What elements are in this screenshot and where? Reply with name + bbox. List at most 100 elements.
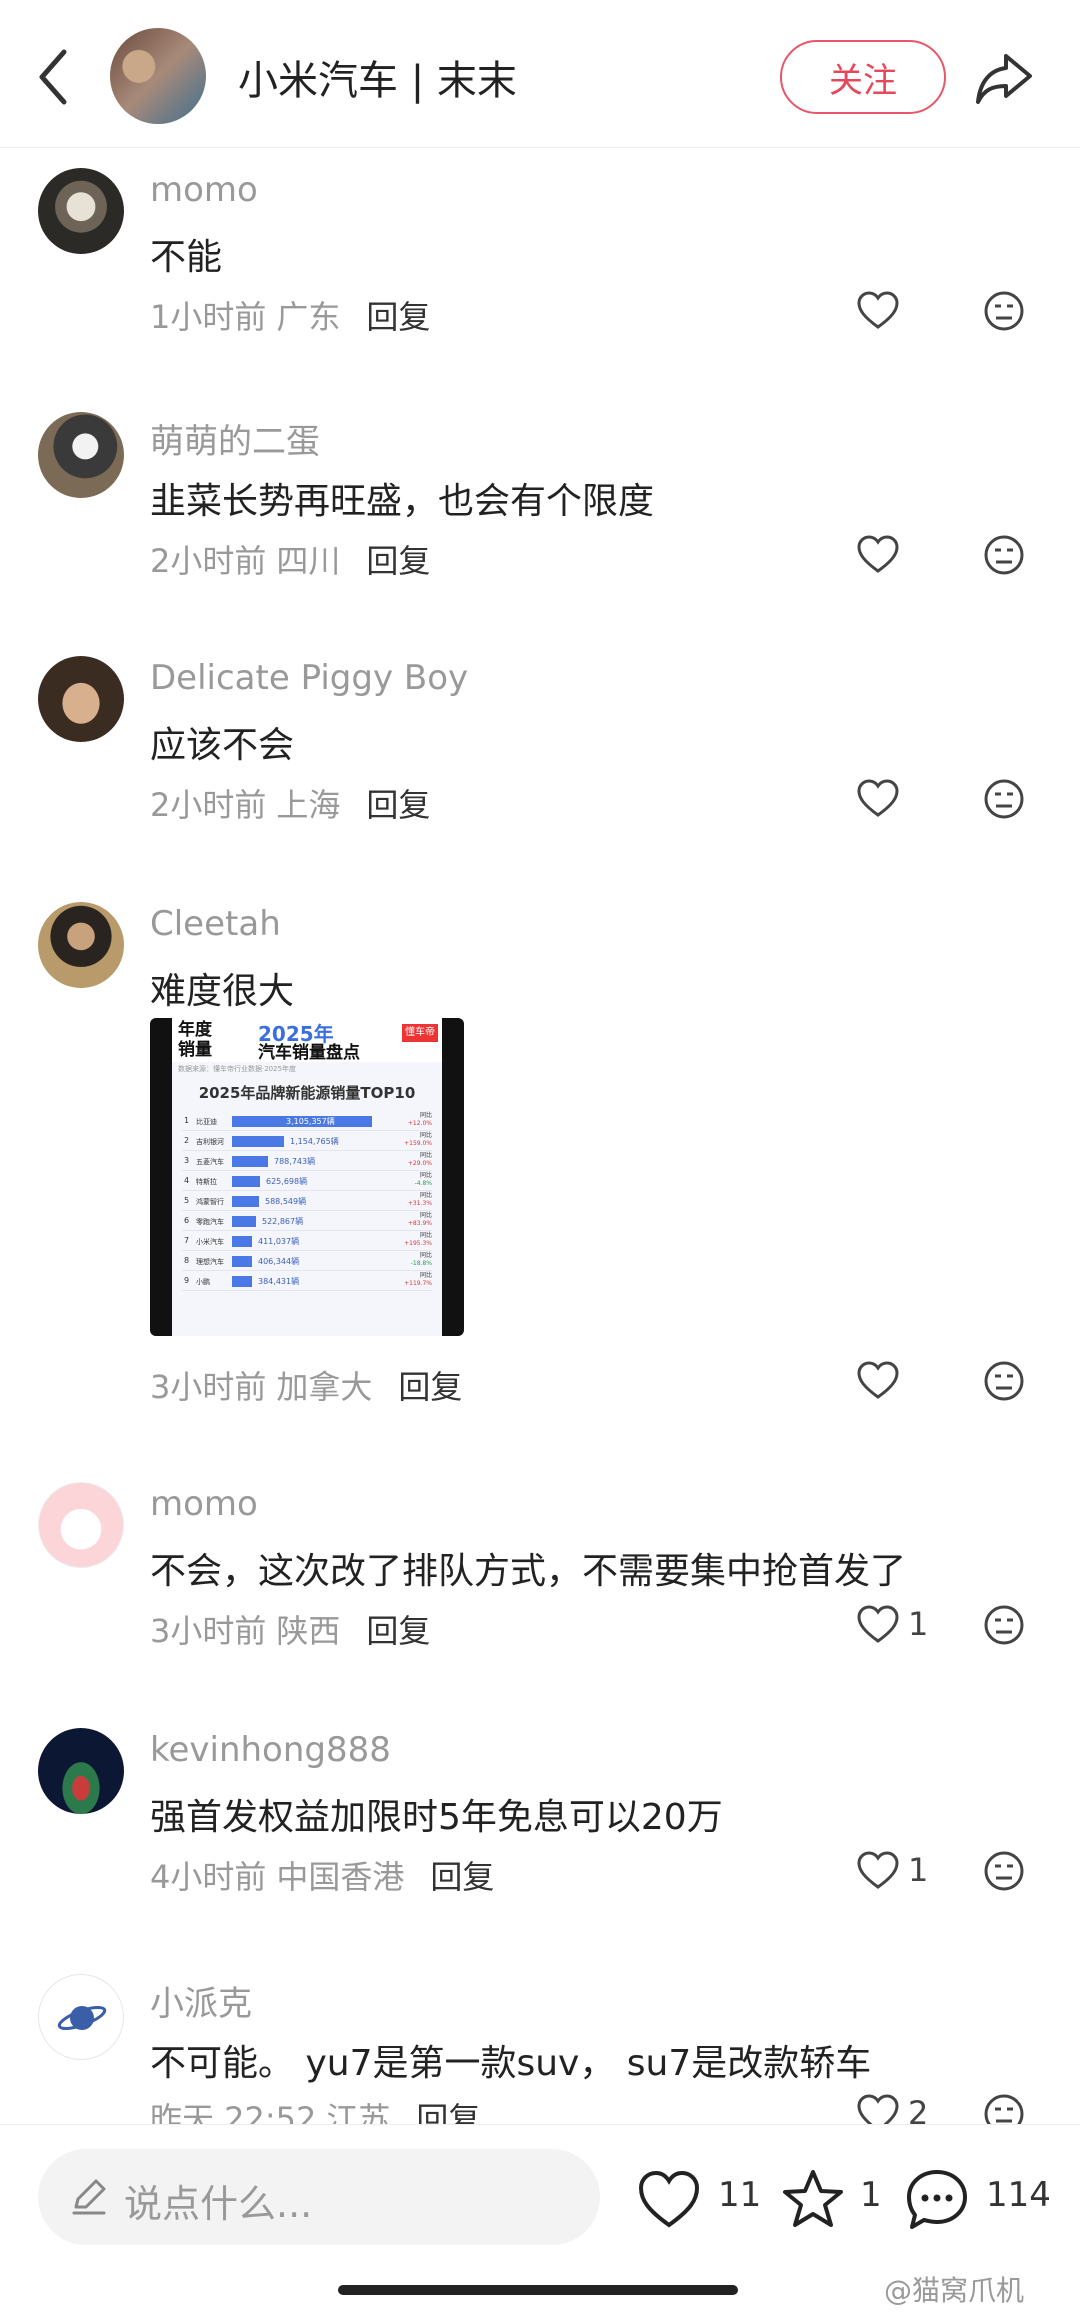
avatar[interactable] — [38, 1728, 124, 1814]
dislike-face-icon[interactable] — [982, 1603, 1026, 1647]
author-avatar[interactable] — [110, 28, 206, 124]
comment-username[interactable]: Cleetah — [150, 904, 281, 944]
post-favorite-count: 1 — [860, 2175, 882, 2215]
ranking-rank: 9 — [184, 1276, 190, 1285]
ranking-row: 2 吉利银河 1,154,765辆 同比 +159.0% — [182, 1131, 432, 1151]
ranking-rank: 3 — [184, 1156, 190, 1165]
ranking-row: 7 小米汽车 411,037辆 同比 +195.3% — [182, 1231, 432, 1251]
ranking-bar — [232, 1236, 252, 1247]
comment-input[interactable]: 说点什么... — [38, 2149, 600, 2245]
like-count: 1 — [908, 1605, 929, 1643]
sales-ranking-infographic: 年度 销量 2025年 汽车销量盘点 懂车帝 数据来源：懂车帝行业数据·2025年… — [172, 1018, 442, 1336]
ranking-row: 6 零跑汽车 522,867辆 同比 +83.9% — [182, 1211, 432, 1231]
comment-location: 广东 — [276, 298, 341, 336]
share-icon[interactable] — [972, 46, 1036, 110]
comment-username[interactable]: momo — [150, 170, 258, 210]
ranking-bar — [232, 1256, 252, 1267]
heart-icon[interactable] — [856, 1603, 900, 1647]
infographic-subtitle: 数据来源：懂车帝行业数据·2025年度 — [178, 1065, 297, 1073]
reply-button[interactable]: 回复 — [398, 1362, 462, 1408]
ranking-row: 5 鸿蒙智行 588,549辆 同比 +31.3% — [182, 1191, 432, 1211]
comment-meta: 1小时前 广东 回复 — [150, 292, 430, 338]
comment-text: 不能 — [150, 237, 223, 278]
follow-button[interactable]: 关注 — [780, 40, 946, 114]
heart-icon[interactable] — [856, 1359, 900, 1403]
reply-button[interactable]: 回复 — [366, 292, 430, 338]
avatar[interactable] — [38, 168, 124, 254]
back-arrow-icon[interactable] — [30, 42, 80, 112]
ranking-value: 522,867辆 — [262, 1217, 304, 1226]
avatar[interactable] — [38, 656, 124, 742]
ranking-row: 3 五菱汽车 788,743辆 同比 +29.0% — [182, 1151, 432, 1171]
dislike-face-icon[interactable] — [982, 533, 1026, 577]
like-count: 1 — [908, 1851, 929, 1889]
comment-time: 4小时前 — [150, 1858, 267, 1896]
avatar[interactable] — [38, 412, 124, 498]
ranking-rank: 5 — [184, 1196, 190, 1205]
ranking-value: 406,344辆 — [258, 1257, 300, 1266]
planet-icon — [57, 2005, 107, 2031]
comment-image[interactable]: 年度 销量 2025年 汽车销量盘点 懂车帝 数据来源：懂车帝行业数据·2025年… — [150, 1018, 464, 1336]
ranking-value: 384,431辆 — [258, 1277, 300, 1286]
ranking-brand: 小米汽车 — [196, 1238, 224, 1246]
comment-location: 上海 — [276, 786, 341, 824]
dislike-face-icon[interactable] — [982, 289, 1026, 333]
home-indicator[interactable] — [338, 2285, 738, 2295]
heart-icon[interactable] — [636, 2167, 702, 2233]
ranking-row: 1 比亚迪 3,105,357辆 同比 +12.0% — [182, 1111, 432, 1131]
reply-button[interactable]: 回复 — [366, 780, 430, 826]
ranking-value: 1,154,765辆 — [290, 1137, 339, 1146]
ranking-bar — [232, 1156, 268, 1167]
ranking-brand: 吉利银河 — [196, 1138, 224, 1146]
heart-icon[interactable] — [856, 533, 900, 577]
ranking-bar — [232, 1216, 256, 1227]
dislike-face-icon[interactable] — [982, 777, 1026, 821]
heart-icon[interactable] — [856, 777, 900, 821]
reply-button[interactable]: 回复 — [366, 1606, 430, 1652]
comment-username[interactable]: Delicate Piggy Boy — [150, 658, 468, 698]
comment-username[interactable]: 萌萌的二蛋 — [150, 414, 320, 463]
comment-username[interactable]: momo — [150, 1484, 258, 1524]
ranking-yoy: 同比 +83.9% — [407, 1212, 432, 1227]
ranking-row: 8 理想汽车 406,344辆 同比 -18.8% — [182, 1251, 432, 1271]
star-icon[interactable] — [780, 2167, 846, 2233]
comment-username[interactable]: kevinhong888 — [150, 1730, 391, 1770]
comment-meta: 3小时前 加拿大 回复 — [150, 1362, 462, 1408]
bottom-action-bar: 说点什么... 11 1 114 @猫窝爪机 — [0, 2124, 1080, 2314]
ranking-brand: 理想汽车 — [196, 1258, 224, 1266]
comment-username[interactable]: 小派克 — [150, 1976, 252, 2025]
ranking-bar — [232, 1196, 259, 1207]
avatar[interactable] — [38, 902, 124, 988]
reply-button[interactable]: 回复 — [366, 536, 430, 582]
ranking-rank: 2 — [184, 1136, 190, 1145]
ranking-yoy: 同比 +119.7% — [404, 1272, 432, 1287]
comment-time: 1小时前 — [150, 298, 267, 336]
dislike-face-icon[interactable] — [982, 1359, 1026, 1403]
ranking-brand: 特斯拉 — [196, 1178, 217, 1186]
ranking-yoy: 同比 +31.3% — [407, 1192, 432, 1207]
ranking-rank: 6 — [184, 1216, 190, 1225]
ranking-brand: 鸿蒙智行 — [196, 1198, 224, 1206]
heart-icon[interactable] — [856, 289, 900, 333]
comment-bubble-icon[interactable] — [904, 2167, 970, 2233]
avatar[interactable] — [38, 1482, 124, 1568]
dislike-face-icon[interactable] — [982, 1849, 1026, 1893]
ranking-bar — [232, 1136, 284, 1147]
avatar[interactable] — [38, 1974, 124, 2060]
ranking-rank: 4 — [184, 1176, 190, 1185]
comment-location: 陕西 — [276, 1612, 341, 1650]
heart-icon[interactable] — [856, 1849, 900, 1893]
ranking-yoy: 同比 +29.0% — [407, 1152, 432, 1167]
ranking-row: 4 特斯拉 625,698辆 同比 -4.8% — [182, 1171, 432, 1191]
watermark: @猫窝爪机 — [884, 2274, 1025, 2307]
source-badge: 懂车帝 — [402, 1024, 438, 1042]
ranking-yoy: 同比 -18.8% — [410, 1252, 432, 1267]
comment-time: 2小时前 — [150, 542, 267, 580]
pencil-icon — [72, 2179, 106, 2215]
ranking-bar — [232, 1176, 260, 1187]
reply-button[interactable]: 回复 — [430, 1852, 494, 1898]
comment-text: 不会，这次改了排队方式，不需要集中抢首发了 — [150, 1551, 907, 1592]
comment-text: 不可能。 yu7是第一款suv， su7是改款轿车 — [150, 2043, 872, 2084]
ranking-value: 411,037辆 — [258, 1237, 300, 1246]
comment-location: 加拿大 — [276, 1368, 373, 1406]
